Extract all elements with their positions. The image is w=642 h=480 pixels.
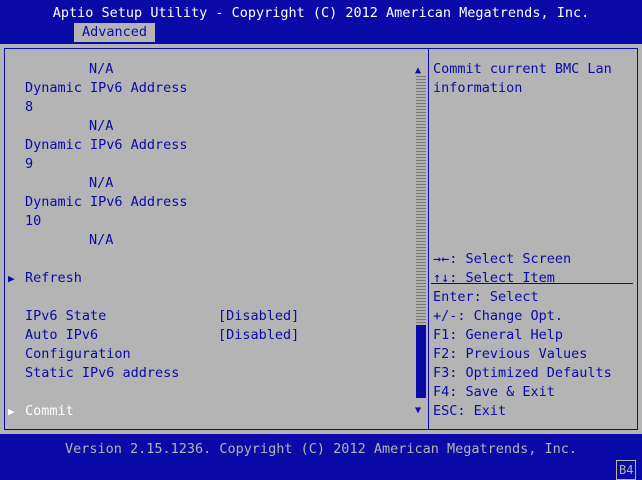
dynamic-ipv6-index: 10 — [25, 213, 42, 229]
configuration-label: Configuration — [25, 346, 131, 362]
key-select-screen: →←: Select Screen — [433, 251, 572, 267]
ipv6-state-label: IPv6 State — [25, 308, 107, 324]
auto-ipv6-label: Auto IPv6 — [25, 327, 99, 343]
tab-advanced[interactable]: Advanced — [74, 23, 156, 42]
key-general-help: F1: General Help — [433, 327, 564, 343]
dynamic-ipv6-index: 9 — [25, 156, 34, 172]
dynamic-ipv6-label: Dynamic IPv6 Address — [25, 80, 188, 96]
ipv6-state-value[interactable]: [Disabled] — [218, 307, 299, 326]
ipv6-address-value: N/A — [89, 118, 114, 134]
static-ipv6-address-item[interactable]: Static IPv6 address — [25, 364, 179, 383]
submenu-arrow-icon: ▶ — [8, 272, 15, 285]
key-change-opt: +/-: Change Opt. — [433, 308, 564, 324]
scrollbar-thumb[interactable] — [416, 325, 426, 398]
dynamic-ipv6-label: Dynamic IPv6 Address — [25, 194, 188, 210]
utility-title: Aptio Setup Utility - Copyright (C) 2012… — [52, 5, 590, 21]
post-code-badge: B4 — [616, 460, 637, 480]
ipv6-address-value: N/A — [89, 61, 114, 77]
key-save-exit: F4: Save & Exit — [433, 384, 555, 400]
key-previous-values: F2: Previous Values — [433, 346, 588, 362]
ipv6-address-value: N/A — [89, 232, 114, 248]
key-select-item: ↑↓: Select Item — [433, 270, 555, 286]
version-footer: Version 2.15.1236. Copyright (C) 2012 Am… — [64, 441, 578, 457]
help-description: information — [433, 80, 523, 96]
refresh-label: Refresh — [25, 270, 82, 286]
auto-ipv6-value[interactable]: [Disabled] — [218, 326, 299, 345]
help-description: Commit current BMC Lan — [433, 61, 612, 77]
dynamic-ipv6-index: 8 — [25, 99, 34, 115]
scroll-down-icon[interactable]: ▼ — [415, 401, 421, 420]
key-esc-exit: ESC: Exit — [433, 403, 507, 419]
panel-divider — [428, 48, 429, 430]
commit-label: Commit — [25, 403, 74, 419]
key-enter-select: Enter: Select — [433, 289, 539, 305]
ipv6-address-value: N/A — [89, 175, 114, 191]
dynamic-ipv6-label: Dynamic IPv6 Address — [25, 137, 188, 153]
submenu-arrow-icon: ▶ — [8, 405, 15, 418]
key-optimized-defaults: F3: Optimized Defaults — [433, 365, 612, 381]
